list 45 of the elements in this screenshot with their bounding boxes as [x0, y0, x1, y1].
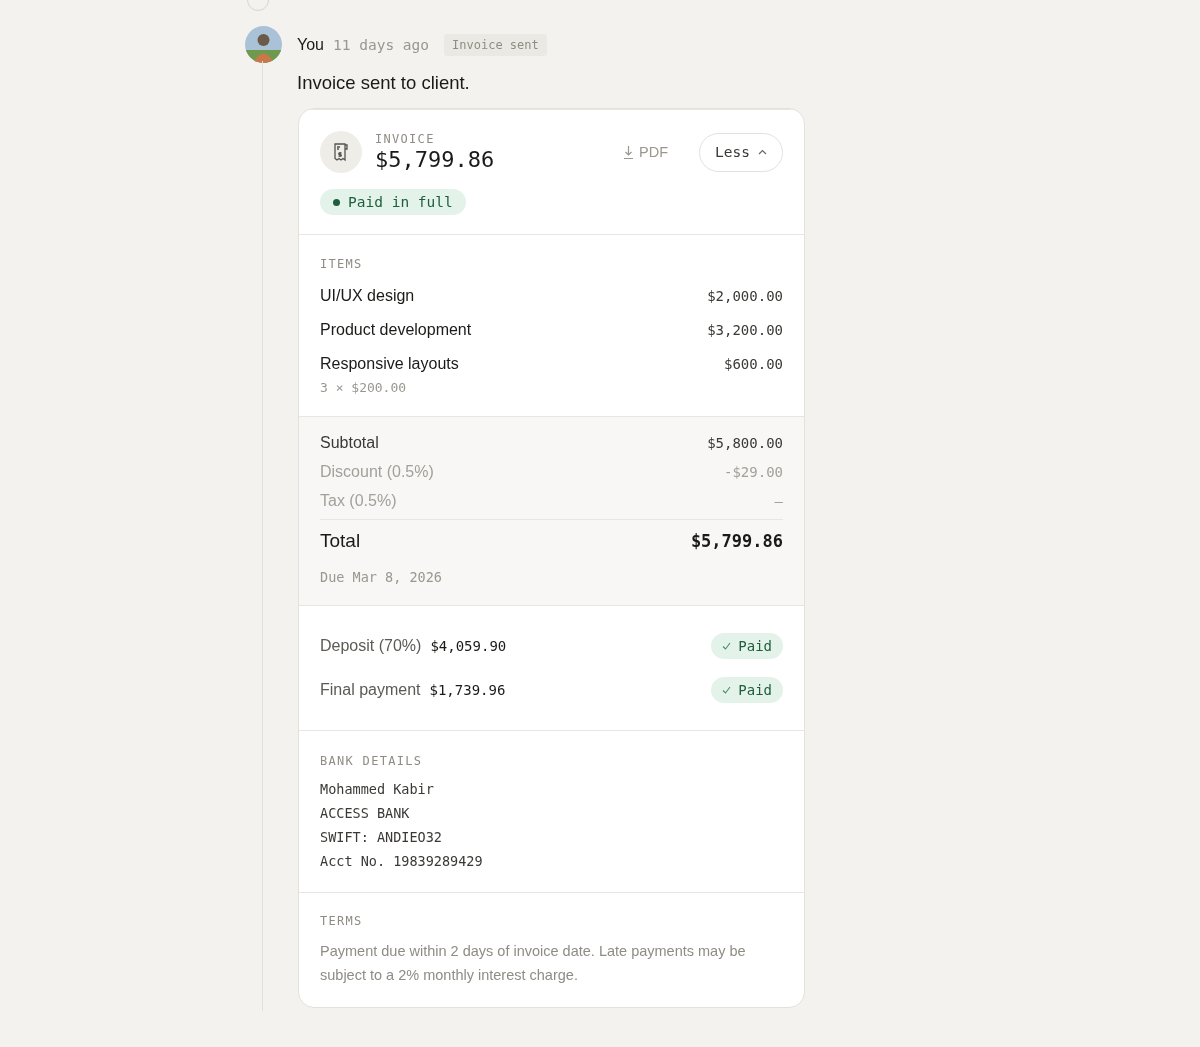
invoice-label: INVOICE: [375, 132, 436, 146]
bank-detail: Mohammed Kabir: [320, 780, 435, 799]
event-tag: Invoice sent: [444, 33, 547, 56]
item-amount: $2,000.00: [707, 288, 783, 304]
author-name: You: [297, 35, 324, 54]
summary-label: Discount (0.5%): [320, 463, 434, 481]
summary-value: —: [774, 493, 783, 509]
payment-label: Final payment: [320, 681, 421, 699]
summary-value: $5,800.00: [707, 435, 783, 451]
section-label: TERMS: [320, 914, 364, 928]
download-icon: [623, 144, 635, 160]
summary-label: Tax (0.5%): [320, 492, 397, 510]
event-time: 11 days ago: [333, 36, 430, 53]
payment-status: Paid: [711, 633, 783, 659]
payment-label: Deposit (70%): [320, 637, 422, 655]
avatar: [245, 26, 282, 63]
item-detail: 3 × $200.00: [320, 380, 408, 395]
summary-label: Subtotal: [320, 434, 379, 452]
status-dot-icon: [333, 198, 340, 206]
item-name: UI/UX design: [320, 287, 415, 305]
summary-value: -$29.00: [724, 464, 783, 480]
bank-detail: SWIFT: ANDIEO32: [320, 828, 443, 847]
receipt-icon: [320, 131, 362, 173]
status-text: Paid in full: [348, 194, 453, 210]
item-amount: $3,200.00: [707, 322, 783, 338]
bank-detail: Acct No. 19839289429: [320, 852, 484, 871]
invoice-amount: $5,799.86: [375, 147, 495, 172]
item-name: Responsive layouts: [320, 355, 459, 373]
payment-amount: $1,739.96: [429, 682, 506, 698]
check-icon: [722, 642, 732, 650]
due-date: Due Mar 8, 2026: [320, 569, 443, 585]
event-message: Invoice sent to client.: [297, 72, 471, 94]
total-label: Total: [320, 530, 361, 552]
chevron-icon: [758, 149, 767, 155]
total-value: $5,799.86: [690, 531, 783, 551]
section-label: ITEMS: [320, 257, 364, 271]
item-amount: $600.00: [724, 356, 783, 372]
section-label: BANK DETAILS: [320, 754, 424, 768]
terms-text: Payment due within 2 days of invoice date. Late payments may be subject to a 2% monthly interest charge.: [320, 942, 747, 985]
payment-status: Paid: [711, 677, 783, 703]
bank-detail: ACCESS BANK: [320, 804, 411, 823]
item-name: Product development: [320, 321, 472, 339]
payment-amount: $4,059.90: [430, 638, 507, 654]
check-icon: [722, 686, 732, 694]
less-button[interactable]: Less: [699, 132, 783, 172]
